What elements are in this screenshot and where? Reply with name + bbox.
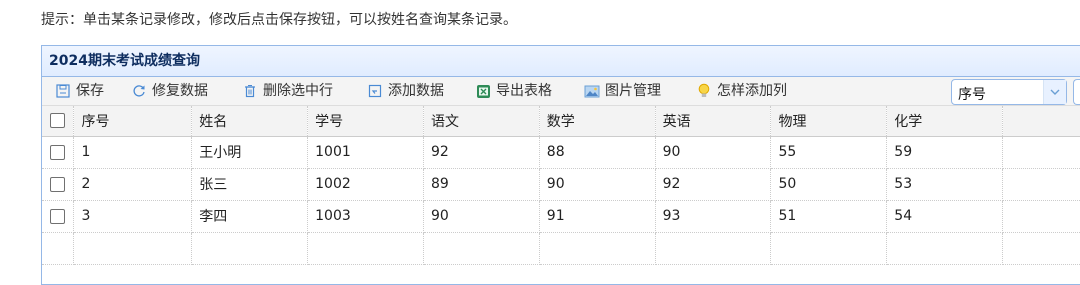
column-header[interactable]: 数学 <box>539 106 656 137</box>
recover-data-button[interactable]: 修复数据 <box>131 77 208 105</box>
table-cell[interactable]: 93 <box>655 200 772 233</box>
excel-icon <box>475 83 491 99</box>
select-all-checkbox[interactable] <box>50 113 66 129</box>
save-icon <box>55 83 71 99</box>
row-checkbox-cell <box>42 200 75 233</box>
column-header[interactable]: 学号 <box>307 106 424 137</box>
image-icon <box>584 83 600 99</box>
column-header[interactable]: 物理 <box>770 106 888 137</box>
row-checkbox-cell <box>42 136 75 169</box>
table-cell[interactable]: 88 <box>539 136 656 169</box>
table-cell[interactable]: 90 <box>655 136 772 169</box>
table-cell-empty <box>1002 168 1080 201</box>
table-cell-empty <box>1002 136 1080 169</box>
delete-selected-button[interactable]: 删除选中行 <box>242 77 333 105</box>
table-cell[interactable]: 59 <box>886 136 1004 169</box>
export-table-label: 导出表格 <box>496 83 552 99</box>
row-checkbox[interactable] <box>50 208 66 224</box>
add-data-label: 添加数据 <box>388 83 444 99</box>
table-cell[interactable]: 2 <box>73 168 193 201</box>
image-manage-label: 图片管理 <box>605 83 661 99</box>
table-cell[interactable]: 王小明 <box>191 136 309 169</box>
table-cell[interactable]: 90 <box>423 200 540 233</box>
search-field-select[interactable]: 序号 <box>951 79 1067 105</box>
lightbulb-icon <box>696 83 712 99</box>
column-header[interactable]: 化学 <box>886 106 1004 137</box>
save-label: 保存 <box>76 83 104 99</box>
delete-selected-label: 删除选中行 <box>263 83 333 99</box>
table-cell[interactable]: 李四 <box>191 200 309 233</box>
chevron-down-icon[interactable] <box>1043 80 1066 104</box>
refresh-icon <box>131 83 147 99</box>
score-table: 序号 姓名 学号 语文 数学 英语 物理 化学 1 王小明 1001 92 88… <box>42 106 1080 265</box>
row-checkbox-cell <box>42 168 75 201</box>
table-cell[interactable]: 54 <box>886 200 1004 233</box>
how-to-add-column-button[interactable]: 怎样添加列 <box>696 77 787 105</box>
table-row-partial <box>42 232 1080 265</box>
table-cell[interactable]: 1001 <box>307 136 424 169</box>
header-checkbox-cell <box>42 106 75 137</box>
add-data-button[interactable]: 添加数据 <box>367 77 444 105</box>
grid-panel: 2024期末考试成绩查询 保存 修复数据 删除选中行 添加数据 导出表格 图片管… <box>41 45 1080 285</box>
recover-data-label: 修复数据 <box>152 83 208 99</box>
column-header[interactable]: 英语 <box>655 106 772 137</box>
how-to-add-column-label: 怎样添加列 <box>717 83 787 99</box>
table-header-row: 序号 姓名 学号 语文 数学 英语 物理 化学 <box>42 106 1080 137</box>
table-cell[interactable]: 55 <box>770 136 888 169</box>
export-table-button[interactable]: 导出表格 <box>475 77 552 105</box>
search-field-value: 序号 <box>958 87 986 103</box>
toolbar: 保存 修复数据 删除选中行 添加数据 导出表格 图片管理 怎样添加列 序号 <box>42 77 1080 106</box>
table-cell[interactable]: 1 <box>73 136 193 169</box>
table-cell[interactable]: 50 <box>770 168 888 201</box>
hint-text: 提示：单击某条记录修改，修改后点击保存按钮，可以按姓名查询某条记录。 <box>41 12 517 28</box>
column-header[interactable]: 姓名 <box>191 106 309 137</box>
table-cell-empty <box>1002 200 1080 233</box>
table-cell[interactable]: 53 <box>886 168 1004 201</box>
image-manage-button[interactable]: 图片管理 <box>584 77 661 105</box>
table-cell[interactable]: 92 <box>655 168 772 201</box>
table-cell[interactable]: 1002 <box>307 168 424 201</box>
table-cell[interactable]: 1003 <box>307 200 424 233</box>
table-cell[interactable]: 张三 <box>191 168 309 201</box>
table-cell[interactable]: 92 <box>423 136 540 169</box>
save-button[interactable]: 保存 <box>55 77 104 105</box>
table-cell[interactable]: 91 <box>539 200 656 233</box>
table-cell[interactable]: 89 <box>423 168 540 201</box>
row-checkbox[interactable] <box>50 176 66 192</box>
column-header-empty <box>1002 106 1080 137</box>
add-icon <box>367 83 383 99</box>
panel-title: 2024期末考试成绩查询 <box>42 46 1080 77</box>
table-cell[interactable]: 90 <box>539 168 656 201</box>
search-input[interactable] <box>1073 79 1080 105</box>
table-cell[interactable]: 3 <box>73 200 193 233</box>
table-row[interactable]: 3 李四 1003 90 91 93 51 54 <box>42 200 1080 233</box>
column-header[interactable]: 序号 <box>73 106 193 137</box>
table-row[interactable]: 1 王小明 1001 92 88 90 55 59 <box>42 136 1080 169</box>
trash-icon <box>242 83 258 99</box>
table-row[interactable]: 2 张三 1002 89 90 92 50 53 <box>42 168 1080 201</box>
table-cell[interactable]: 51 <box>770 200 888 233</box>
row-checkbox-cell <box>42 232 75 265</box>
column-header[interactable]: 语文 <box>423 106 540 137</box>
row-checkbox[interactable] <box>50 144 66 160</box>
